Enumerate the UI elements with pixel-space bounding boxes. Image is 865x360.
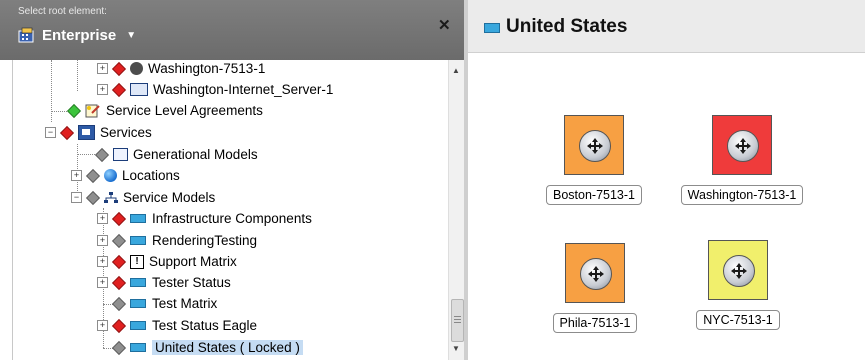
expand-icon[interactable]: + xyxy=(97,235,108,246)
router-icon xyxy=(727,130,759,162)
service-model-icon xyxy=(130,214,146,223)
device-status-box xyxy=(565,243,625,303)
service-model-icon xyxy=(130,321,146,330)
tree-item-label: Test Status Eagle xyxy=(152,318,258,333)
service-model-icon xyxy=(130,278,146,287)
device-node[interactable]: Phila-7513-1 xyxy=(545,243,645,333)
status-gray-icon xyxy=(94,147,110,162)
expand-icon[interactable]: + xyxy=(97,256,108,267)
tree-scrollbar[interactable]: ▲ ▼ xyxy=(448,60,465,360)
panel-header: Select root element: Enterprise ▼ ✕ xyxy=(0,0,464,60)
device-node[interactable]: Boston-7513-1 xyxy=(542,115,646,205)
expand-icon[interactable]: + xyxy=(71,170,82,181)
sla-icon xyxy=(85,104,100,118)
status-green-icon xyxy=(66,103,82,118)
device-status-box xyxy=(564,115,624,175)
tree-item-label: Infrastructure Components xyxy=(152,211,312,226)
tree-item[interactable]: + Tester Status xyxy=(97,272,231,293)
router-icon xyxy=(130,62,143,75)
service-model-icon xyxy=(484,23,500,33)
root-element-label: Enterprise xyxy=(42,26,117,44)
tree-item[interactable]: − Service Models xyxy=(71,187,215,208)
router-icon xyxy=(723,255,755,287)
expand-icon[interactable]: + xyxy=(97,213,108,224)
tree-item-selected[interactable]: United States ( Locked ) xyxy=(97,337,303,358)
view-title: United States xyxy=(506,16,628,37)
device-status-box xyxy=(708,240,768,300)
scroll-down-icon[interactable]: ▼ xyxy=(452,344,460,353)
collapse-icon[interactable]: − xyxy=(71,192,82,203)
expand-icon[interactable]: + xyxy=(97,320,108,331)
collapse-icon[interactable]: − xyxy=(45,127,56,138)
enterprise-icon xyxy=(18,27,34,43)
status-red-icon xyxy=(111,61,127,76)
tree-item-label: Washington-7513-1 xyxy=(148,61,266,76)
network-icon xyxy=(104,191,118,203)
router-icon xyxy=(579,130,611,162)
tree-item-label: Support Matrix xyxy=(149,254,237,269)
exclamation-icon: ! xyxy=(130,254,144,269)
status-red-icon xyxy=(111,82,127,97)
tree-item-label: Generational Models xyxy=(133,147,258,162)
tree-item[interactable]: + Washington-Internet_Server-1 xyxy=(97,79,333,100)
status-red-icon xyxy=(111,318,127,333)
server-icon xyxy=(130,83,148,96)
tree-item-label: Service Level Agreements xyxy=(106,103,263,118)
tree-item-label: Service Models xyxy=(123,190,216,205)
status-red-icon xyxy=(111,211,127,226)
tree-item[interactable]: + RenderingTesting xyxy=(97,230,257,251)
device-label: Washington-7513-1 xyxy=(680,185,804,205)
generational-models-icon xyxy=(113,148,128,161)
tree-item[interactable]: − Services xyxy=(45,122,152,143)
navigation-panel: Select root element: Enterprise ▼ ✕ + Wa… xyxy=(0,0,465,360)
view-header: United States xyxy=(468,0,865,53)
expand-icon[interactable]: + xyxy=(97,63,108,74)
tree-item[interactable]: Service Level Agreements xyxy=(66,100,263,121)
services-icon xyxy=(78,125,95,140)
service-model-icon xyxy=(130,343,146,352)
globe-icon xyxy=(104,169,117,182)
chevron-down-icon: ▼ xyxy=(126,29,137,41)
tree-item-label: RenderingTesting xyxy=(152,233,258,248)
status-gray-icon xyxy=(85,168,101,183)
root-selector-caption: Select root element: xyxy=(18,6,107,17)
tree-item[interactable]: + ! Support Matrix xyxy=(97,251,237,272)
service-model-icon xyxy=(130,299,146,308)
tree-item-label: United States ( Locked ) xyxy=(152,340,303,355)
status-red-icon xyxy=(111,254,127,269)
root-element-dropdown[interactable]: Enterprise ▼ xyxy=(18,26,136,44)
tree-item[interactable]: Test Matrix xyxy=(97,293,217,314)
tree-item[interactable]: Generational Models xyxy=(94,144,258,165)
map-view: United States Boston-7513-1 Washington-7… xyxy=(468,0,865,360)
close-icon[interactable]: ✕ xyxy=(438,16,451,34)
scroll-thumb[interactable] xyxy=(451,299,464,342)
status-red-icon xyxy=(59,125,75,140)
tree-item[interactable]: + Infrastructure Components xyxy=(97,208,312,229)
device-node[interactable]: Washington-7513-1 xyxy=(672,115,812,205)
device-label: Phila-7513-1 xyxy=(552,313,638,333)
expand-icon[interactable]: + xyxy=(97,84,108,95)
tree-item-label: Test Matrix xyxy=(152,296,218,311)
status-gray-icon xyxy=(111,340,127,355)
tree-item[interactable]: + Locations xyxy=(71,165,180,186)
router-icon xyxy=(580,258,612,290)
device-status-box xyxy=(712,115,772,175)
tree-item[interactable]: + Washington-7513-1 xyxy=(97,60,265,79)
scroll-up-icon[interactable]: ▲ xyxy=(452,66,460,75)
tree-view: + Washington-7513-1 + Washington-Interne… xyxy=(12,60,465,360)
tree-item-label: Washington-Internet_Server-1 xyxy=(153,82,334,97)
device-label: Boston-7513-1 xyxy=(545,185,642,205)
tree-item-label: Locations xyxy=(122,168,180,183)
tree-item[interactable]: + Test Status Eagle xyxy=(97,315,257,336)
tree-item-label: Services xyxy=(100,125,152,140)
service-model-icon xyxy=(130,236,146,245)
device-node[interactable]: NYC-7513-1 xyxy=(688,240,788,330)
status-gray-icon xyxy=(85,190,101,205)
status-gray-icon xyxy=(111,233,127,248)
expand-icon[interactable]: + xyxy=(97,277,108,288)
device-label: NYC-7513-1 xyxy=(696,310,780,330)
status-red-icon xyxy=(111,275,127,290)
tree-item-label: Tester Status xyxy=(152,275,231,290)
status-gray-icon xyxy=(111,296,127,311)
